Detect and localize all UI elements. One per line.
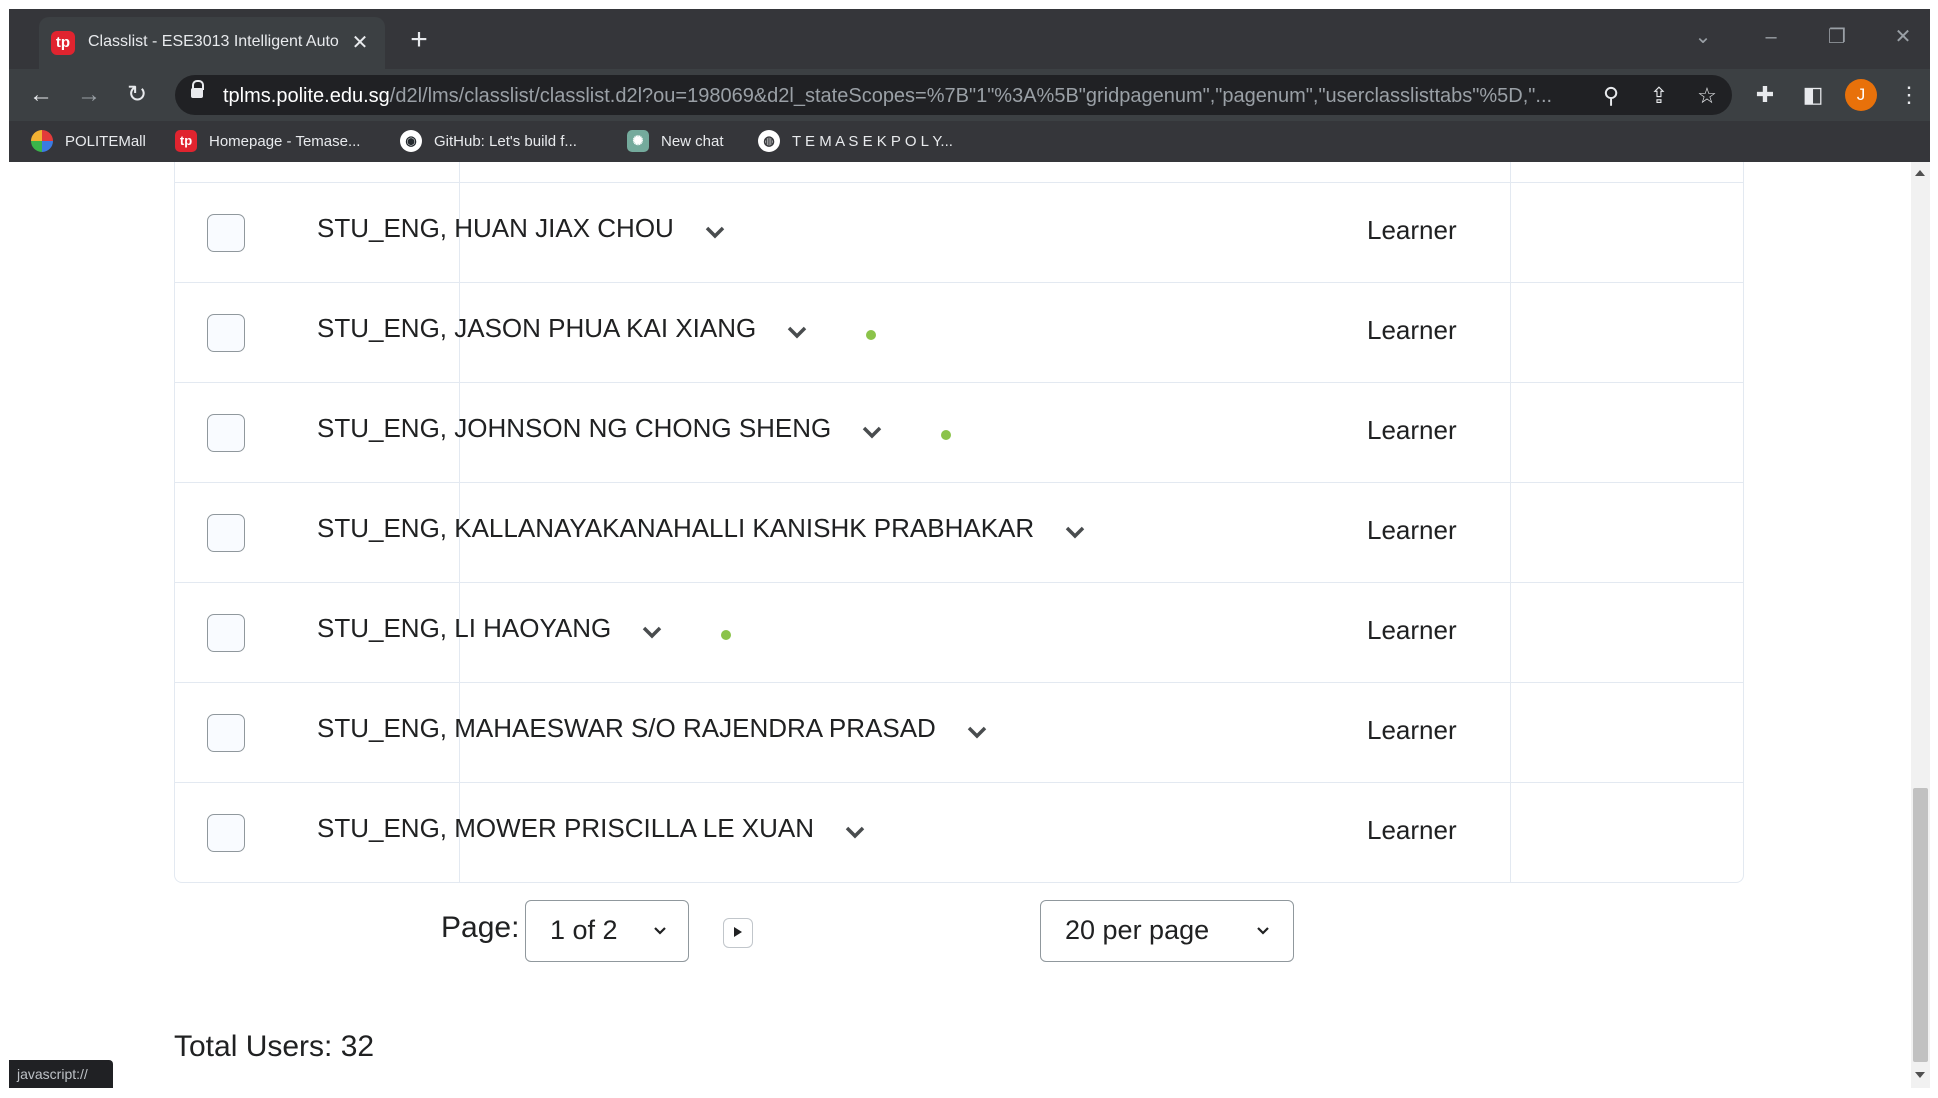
user-role: Learner [1367, 315, 1457, 345]
user-role: Learner [1367, 515, 1457, 545]
new-tab-button[interactable]: + [401, 23, 437, 59]
bookmark-star-icon[interactable]: ☆ [1690, 79, 1724, 113]
page-label: Page: [441, 911, 520, 944]
row-select-checkbox[interactable] [207, 814, 245, 852]
user-role: Learner [1367, 415, 1457, 445]
globe-icon: ◍ [758, 130, 780, 152]
vertical-scrollbar[interactable] [1911, 162, 1930, 1088]
lock-icon[interactable] [191, 80, 204, 98]
user-role: Learner [1367, 215, 1457, 245]
page-select[interactable]: 1 of 2 [525, 900, 689, 962]
tab-search-chevron-icon[interactable]: ⌄ [1683, 21, 1723, 53]
tp-icon: tp [175, 130, 197, 152]
github-icon: ◉ [400, 130, 422, 152]
table-row: STU_ENG, MAHAESWAR S/O RAJENDRA PRASAD Le… [175, 682, 1743, 783]
bookmark-politemall[interactable]: POLITEMall [31, 127, 146, 155]
tab-close-icon[interactable]: ✕ [346, 29, 374, 57]
chatgpt-icon: ✺ [627, 130, 649, 152]
share-icon[interactable]: ⇪ [1642, 79, 1676, 113]
row-select-checkbox[interactable] [207, 314, 245, 352]
status-bar-url: javascript:// [9, 1060, 113, 1088]
scrollbar-thumb[interactable] [1913, 788, 1928, 1062]
online-status-dot [941, 430, 952, 440]
chevron-down-icon[interactable] [641, 625, 663, 639]
table-row: STU_ENG, KALLANAYAKANAHALLI KANISHK PRAB… [175, 482, 1743, 583]
chevron-down-icon[interactable] [844, 825, 866, 839]
table-row: STU_ENG, HUAN JIAX CHOU Learner [175, 182, 1743, 283]
politemall-icon [31, 130, 53, 152]
address-bar[interactable]: tplms.polite.edu.sg/d2l/lms/classlist/cl… [175, 75, 1732, 115]
row-select-checkbox[interactable] [207, 514, 245, 552]
minimize-button[interactable]: – [1751, 21, 1791, 53]
browser-tab-classlist[interactable]: tp Classlist - ESE3013 Intelligent Auto … [39, 17, 385, 69]
zoom-icon[interactable]: ⚲ [1594, 79, 1628, 113]
user-role: Learner [1367, 615, 1457, 645]
table-row: STU_ENG, LI HAOYANG Learner [175, 582, 1743, 683]
user-name-link[interactable]: STU_ENG, MOWER PRISCILLA LE XUAN [317, 813, 814, 844]
bookmark-temasek-homepage[interactable]: tp Homepage - Temase... [175, 127, 360, 155]
per-page-select[interactable]: 20 per page [1040, 900, 1294, 962]
user-role: Learner [1367, 715, 1457, 745]
user-name-link[interactable]: STU_ENG, KALLANAYAKANAHALLI KANISHK PRAB… [317, 513, 1034, 544]
forward-arrow-icon[interactable]: → [71, 77, 107, 113]
reload-icon[interactable]: ↻ [119, 77, 155, 113]
play-arrow-icon [734, 927, 742, 937]
extensions-puzzle-icon[interactable]: ✚ [1747, 77, 1783, 113]
more-menu-icon[interactable]: ⋮ [1891, 77, 1927, 113]
tab-title: Classlist - ESE3013 Intelligent Auto [88, 33, 339, 50]
row-select-checkbox[interactable] [207, 614, 245, 652]
next-page-button[interactable] [723, 918, 753, 948]
side-panel-icon[interactable]: ◧ [1795, 77, 1831, 113]
total-users: Total Users: 32 [174, 1030, 375, 1063]
bookmark-new-chat[interactable]: ✺ New chat [627, 127, 724, 155]
profile-avatar[interactable]: J [1845, 79, 1877, 111]
user-name-link[interactable]: STU_ENG, JASON PHUA KAI XIANG [317, 313, 756, 344]
tp-favicon-icon: tp [51, 31, 75, 55]
row-select-checkbox[interactable] [207, 214, 245, 252]
table-row: STU_ENG, MOWER PRISCILLA LE XUAN Learner [175, 782, 1743, 883]
online-status-dot [866, 330, 877, 340]
chevron-down-icon[interactable] [1064, 525, 1086, 539]
user-name-link[interactable]: STU_ENG, MAHAESWAR S/O RAJENDRA PRASAD [317, 713, 936, 744]
user-name-link[interactable]: STU_ENG, HUAN JIAX CHOU [317, 213, 674, 244]
browser-toolbar: ← → ↻ tplms.polite.edu.sg/d2l/lms/classl… [9, 69, 1930, 121]
bookmark-github[interactable]: ◉ GitHub: Let's build f... [400, 127, 577, 155]
bookmarks-bar: POLITEMall tp Homepage - Temase... ◉ Git… [9, 121, 1930, 162]
chevron-down-icon[interactable] [966, 725, 988, 739]
close-window-button[interactable]: ✕ [1883, 21, 1923, 53]
user-role: Learner [1367, 815, 1457, 845]
page-content: STU_ENG, HUAN JIAX CHOU Learner STU_ENG, J… [0, 162, 1911, 1088]
user-name-link[interactable]: STU_ENG, LI HAOYANG [317, 613, 611, 644]
chevron-down-icon[interactable] [861, 425, 883, 439]
online-status-dot [721, 630, 732, 640]
table-row: STU_ENG, JASON PHUA KAI XIANG Learner [175, 282, 1743, 383]
table-row: STU_ENG, JOHNSON NG CHONG SHENG Learner [175, 382, 1743, 483]
chevron-down-icon[interactable] [704, 225, 726, 239]
url-text[interactable]: tplms.polite.edu.sg/d2l/lms/classlist/cl… [223, 85, 1583, 108]
chevron-down-icon[interactable] [786, 325, 808, 339]
chevron-down-icon [1257, 927, 1269, 935]
row-select-checkbox[interactable] [207, 414, 245, 452]
chevron-down-icon [654, 927, 666, 935]
bookmark-temasekpoly[interactable]: ◍ T E M A S E K P O L Y... [758, 127, 953, 155]
row-select-checkbox[interactable] [207, 714, 245, 752]
restore-button[interactable]: ❐ [1817, 21, 1857, 53]
user-name-link[interactable]: STU_ENG, JOHNSON NG CHONG SHENG [317, 413, 831, 444]
browser-window-chrome: tp Classlist - ESE3013 Intelligent Auto … [9, 9, 1930, 162]
scroll-up-arrow-icon[interactable] [1915, 170, 1925, 176]
back-arrow-icon[interactable]: ← [23, 77, 59, 113]
scroll-down-arrow-icon[interactable] [1915, 1072, 1925, 1078]
